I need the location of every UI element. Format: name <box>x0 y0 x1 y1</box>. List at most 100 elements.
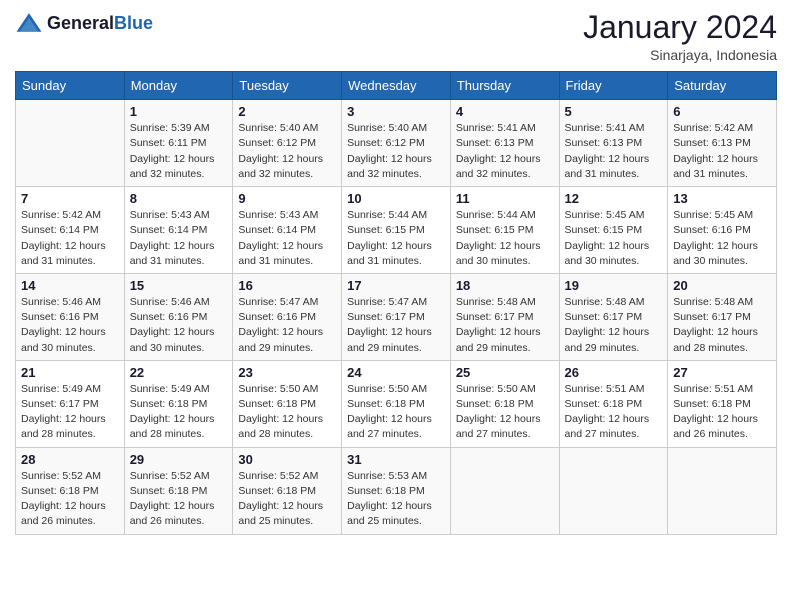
day-detail: Sunrise: 5:53 AMSunset: 6:18 PMDaylight:… <box>347 469 445 530</box>
calendar-cell: 17 Sunrise: 5:47 AMSunset: 6:17 PMDayligh… <box>342 273 451 360</box>
day-number: 8 <box>130 191 228 206</box>
calendar-cell: 3 Sunrise: 5:40 AMSunset: 6:12 PMDaylight… <box>342 100 451 187</box>
day-number: 1 <box>130 104 228 119</box>
day-detail: Sunrise: 5:49 AMSunset: 6:18 PMDaylight:… <box>130 382 228 443</box>
day-header-monday: Monday <box>124 72 233 100</box>
calendar-cell <box>16 100 125 187</box>
page: GeneralBlue January 2024 Sinarjaya, Indo… <box>0 0 792 612</box>
day-detail: Sunrise: 5:52 AMSunset: 6:18 PMDaylight:… <box>238 469 336 530</box>
day-detail: Sunrise: 5:45 AMSunset: 6:15 PMDaylight:… <box>565 208 663 269</box>
day-number: 4 <box>456 104 554 119</box>
calendar-cell: 10 Sunrise: 5:44 AMSunset: 6:15 PMDayligh… <box>342 187 451 274</box>
calendar-title: January 2024 <box>583 10 777 45</box>
day-number: 26 <box>565 365 663 380</box>
day-detail: Sunrise: 5:40 AMSunset: 6:12 PMDaylight:… <box>347 121 445 182</box>
day-header-sunday: Sunday <box>16 72 125 100</box>
calendar-cell: 13 Sunrise: 5:45 AMSunset: 6:16 PMDayligh… <box>668 187 777 274</box>
day-number: 2 <box>238 104 336 119</box>
logo-icon <box>15 10 43 38</box>
day-number: 18 <box>456 278 554 293</box>
day-detail: Sunrise: 5:43 AMSunset: 6:14 PMDaylight:… <box>130 208 228 269</box>
day-detail: Sunrise: 5:40 AMSunset: 6:12 PMDaylight:… <box>238 121 336 182</box>
calendar-week-2: 7 Sunrise: 5:42 AMSunset: 6:14 PMDaylight… <box>16 187 777 274</box>
day-detail: Sunrise: 5:43 AMSunset: 6:14 PMDaylight:… <box>238 208 336 269</box>
day-detail: Sunrise: 5:44 AMSunset: 6:15 PMDaylight:… <box>456 208 554 269</box>
calendar-cell: 8 Sunrise: 5:43 AMSunset: 6:14 PMDaylight… <box>124 187 233 274</box>
day-detail: Sunrise: 5:46 AMSunset: 6:16 PMDaylight:… <box>130 295 228 356</box>
calendar-cell: 24Sunrise: 5:50 AMSunset: 6:18 PMDayligh… <box>342 360 451 447</box>
day-number: 14 <box>21 278 119 293</box>
day-detail: Sunrise: 5:48 AMSunset: 6:17 PMDaylight:… <box>673 295 771 356</box>
calendar-cell: 30 Sunrise: 5:52 AMSunset: 6:18 PMDayligh… <box>233 447 342 534</box>
day-number: 6 <box>673 104 771 119</box>
day-detail: Sunrise: 5:42 AMSunset: 6:13 PMDaylight:… <box>673 121 771 182</box>
day-number: 24 <box>347 365 445 380</box>
day-detail: Sunrise: 5:41 AMSunset: 6:13 PMDaylight:… <box>456 121 554 182</box>
logo-text-general: General <box>47 13 114 33</box>
calendar-cell: 4 Sunrise: 5:41 AMSunset: 6:13 PMDaylight… <box>450 100 559 187</box>
day-number: 23 <box>238 365 336 380</box>
calendar-cell: 31 Sunrise: 5:53 AMSunset: 6:18 PMDayligh… <box>342 447 451 534</box>
day-number: 19 <box>565 278 663 293</box>
logo: GeneralBlue <box>15 10 153 38</box>
day-detail: Sunrise: 5:49 AMSunset: 6:17 PMDaylight:… <box>21 382 119 443</box>
day-number: 29 <box>130 452 228 467</box>
day-number: 30 <box>238 452 336 467</box>
day-detail: Sunrise: 5:44 AMSunset: 6:15 PMDaylight:… <box>347 208 445 269</box>
day-header-thursday: Thursday <box>450 72 559 100</box>
day-detail: Sunrise: 5:46 AMSunset: 6:16 PMDaylight:… <box>21 295 119 356</box>
day-detail: Sunrise: 5:52 AMSunset: 6:18 PMDaylight:… <box>21 469 119 530</box>
day-number: 31 <box>347 452 445 467</box>
calendar-subtitle: Sinarjaya, Indonesia <box>583 47 777 63</box>
day-detail: Sunrise: 5:47 AMSunset: 6:16 PMDaylight:… <box>238 295 336 356</box>
day-detail: Sunrise: 5:50 AMSunset: 6:18 PMDaylight:… <box>456 382 554 443</box>
calendar-cell: 1 Sunrise: 5:39 AMSunset: 6:11 PMDaylight… <box>124 100 233 187</box>
day-detail: Sunrise: 5:48 AMSunset: 6:17 PMDaylight:… <box>456 295 554 356</box>
day-number: 21 <box>21 365 119 380</box>
day-detail: Sunrise: 5:52 AMSunset: 6:18 PMDaylight:… <box>130 469 228 530</box>
day-number: 15 <box>130 278 228 293</box>
calendar-cell: 25Sunrise: 5:50 AMSunset: 6:18 PMDayligh… <box>450 360 559 447</box>
day-detail: Sunrise: 5:42 AMSunset: 6:14 PMDaylight:… <box>21 208 119 269</box>
day-detail: Sunrise: 5:47 AMSunset: 6:17 PMDaylight:… <box>347 295 445 356</box>
day-detail: Sunrise: 5:50 AMSunset: 6:18 PMDaylight:… <box>238 382 336 443</box>
calendar-week-1: 1 Sunrise: 5:39 AMSunset: 6:11 PMDaylight… <box>16 100 777 187</box>
day-number: 3 <box>347 104 445 119</box>
calendar-cell: 6 Sunrise: 5:42 AMSunset: 6:13 PMDaylight… <box>668 100 777 187</box>
day-number: 13 <box>673 191 771 206</box>
day-detail: Sunrise: 5:51 AMSunset: 6:18 PMDaylight:… <box>673 382 771 443</box>
calendar-cell: 18 Sunrise: 5:48 AMSunset: 6:17 PMDayligh… <box>450 273 559 360</box>
day-detail: Sunrise: 5:39 AMSunset: 6:11 PMDaylight:… <box>130 121 228 182</box>
day-header-saturday: Saturday <box>668 72 777 100</box>
calendar-week-3: 14 Sunrise: 5:46 AMSunset: 6:16 PMDayligh… <box>16 273 777 360</box>
calendar-cell: 9Sunrise: 5:43 AMSunset: 6:14 PMDaylight… <box>233 187 342 274</box>
day-number: 17 <box>347 278 445 293</box>
day-header-tuesday: Tuesday <box>233 72 342 100</box>
calendar-cell: 7 Sunrise: 5:42 AMSunset: 6:14 PMDaylight… <box>16 187 125 274</box>
day-number: 22 <box>130 365 228 380</box>
calendar-cell: 14 Sunrise: 5:46 AMSunset: 6:16 PMDayligh… <box>16 273 125 360</box>
day-header-friday: Friday <box>559 72 668 100</box>
day-number: 7 <box>21 191 119 206</box>
calendar-cell: 12 Sunrise: 5:45 AMSunset: 6:15 PMDayligh… <box>559 187 668 274</box>
day-number: 11 <box>456 191 554 206</box>
day-detail: Sunrise: 5:45 AMSunset: 6:16 PMDaylight:… <box>673 208 771 269</box>
calendar-week-4: 21 Sunrise: 5:49 AMSunset: 6:17 PMDayligh… <box>16 360 777 447</box>
calendar-cell: 19Sunrise: 5:48 AMSunset: 6:17 PMDayligh… <box>559 273 668 360</box>
title-block: January 2024 Sinarjaya, Indonesia <box>583 10 777 63</box>
header: GeneralBlue January 2024 Sinarjaya, Indo… <box>15 10 777 63</box>
calendar-header-row: SundayMondayTuesdayWednesdayThursdayFrid… <box>16 72 777 100</box>
calendar-cell: 21 Sunrise: 5:49 AMSunset: 6:17 PMDayligh… <box>16 360 125 447</box>
calendar-cell: 5Sunrise: 5:41 AMSunset: 6:13 PMDaylight… <box>559 100 668 187</box>
day-number: 12 <box>565 191 663 206</box>
calendar-cell: 15 Sunrise: 5:46 AMSunset: 6:16 PMDayligh… <box>124 273 233 360</box>
logo-text-blue: Blue <box>114 13 153 33</box>
calendar-cell: 27Sunrise: 5:51 AMSunset: 6:18 PMDayligh… <box>668 360 777 447</box>
calendar-cell: 22 Sunrise: 5:49 AMSunset: 6:18 PMDayligh… <box>124 360 233 447</box>
calendar-cell: 29 Sunrise: 5:52 AMSunset: 6:18 PMDayligh… <box>124 447 233 534</box>
day-number: 16 <box>238 278 336 293</box>
calendar-cell: 11 Sunrise: 5:44 AMSunset: 6:15 PMDayligh… <box>450 187 559 274</box>
day-number: 10 <box>347 191 445 206</box>
day-detail: Sunrise: 5:51 AMSunset: 6:18 PMDaylight:… <box>565 382 663 443</box>
day-number: 28 <box>21 452 119 467</box>
